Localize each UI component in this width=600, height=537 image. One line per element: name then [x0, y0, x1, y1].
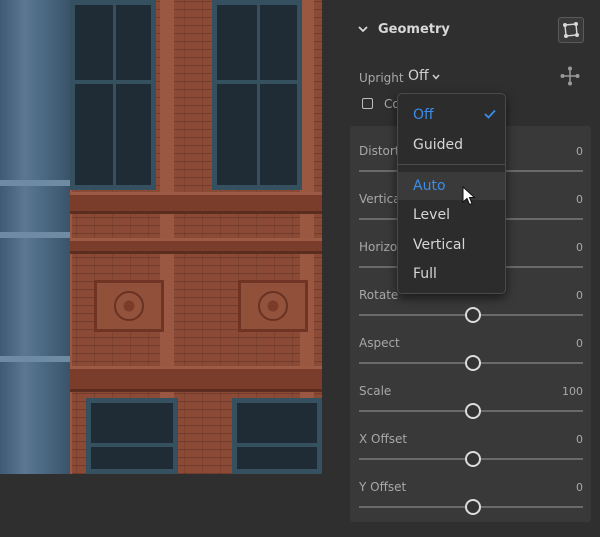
slider-y-offset[interactable]: Y Offset 0 [350, 470, 591, 518]
move-icon[interactable] [560, 66, 580, 86]
cornice [66, 192, 322, 214]
chevron-down-icon[interactable] [358, 24, 368, 34]
menu-item-auto[interactable]: Auto [398, 172, 505, 200]
menu-item-off[interactable]: Off [398, 101, 505, 129]
slider-x-offset[interactable]: X Offset 0 [350, 422, 591, 470]
building-window [212, 0, 302, 190]
canvas-background [0, 474, 334, 537]
slider-thumb[interactable] [465, 307, 481, 323]
slider-thumb[interactable] [465, 451, 481, 467]
panel-title: Geometry [378, 22, 450, 37]
upright-label: Upright [359, 71, 404, 85]
caret-down-icon[interactable] [432, 74, 440, 80]
pointer-cursor-icon [462, 186, 476, 206]
slider-thumb[interactable] [465, 499, 481, 515]
panel-header[interactable]: Geometry [334, 0, 600, 60]
menu-item-vertical[interactable]: Vertical [398, 231, 505, 259]
menu-item-guided[interactable]: Guided [398, 131, 505, 159]
panel-divider [322, 0, 334, 537]
slider-thumb[interactable] [465, 403, 481, 419]
slider-thumb[interactable] [465, 355, 481, 371]
upright-dropdown[interactable]: Off [408, 68, 429, 84]
rosette-ornament [114, 291, 144, 321]
menu-item-level[interactable]: Level [398, 201, 505, 229]
guided-upright-icon [563, 22, 579, 38]
slider-aspect[interactable]: Aspect 0 [350, 326, 591, 374]
upright-menu: Off Guided Auto Level Vertical Full [397, 93, 506, 294]
menu-separator [398, 164, 505, 165]
constrain-crop-checkbox[interactable] [362, 98, 373, 109]
stone-facade [0, 0, 70, 474]
menu-item-full[interactable]: Full [398, 260, 505, 288]
cornice [66, 366, 322, 392]
building-window [232, 398, 322, 474]
guided-upright-button[interactable] [558, 17, 584, 43]
slider-scale[interactable]: Scale 100 [350, 374, 591, 422]
checkmark-icon [484, 109, 496, 119]
decorative-panel [94, 280, 164, 332]
building-window [86, 398, 178, 474]
rosette-ornament [258, 291, 288, 321]
photo-canvas[interactable] [0, 0, 322, 474]
decorative-panel [238, 280, 308, 332]
building-window [70, 0, 156, 190]
cornice [66, 238, 322, 254]
